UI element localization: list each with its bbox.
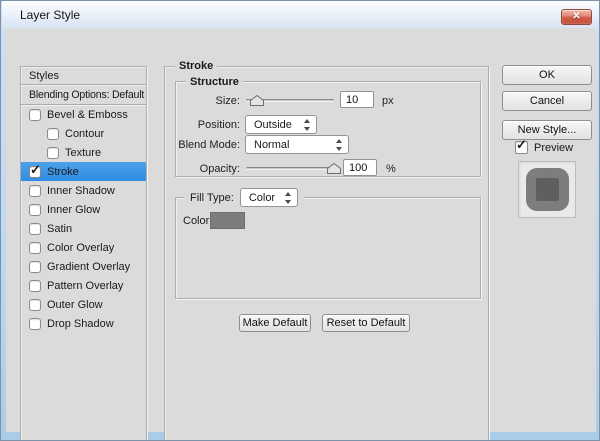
cancel-button[interactable]: Cancel [502, 91, 592, 111]
opacity-unit: % [386, 163, 396, 175]
sidebar-item-gradient-overlay[interactable]: Gradient Overlay [21, 257, 146, 276]
checkbox-checked-icon[interactable]: ✓ [29, 166, 41, 178]
color-label: Color: [183, 215, 212, 227]
position-label: Position: [176, 119, 240, 131]
size-slider-thumb[interactable] [250, 95, 264, 106]
preview-label: Preview [534, 142, 573, 154]
sidebar-item-texture[interactable]: Texture [21, 143, 146, 162]
sidebar-item-stroke[interactable]: ✓ Stroke [21, 162, 146, 181]
ok-button[interactable]: OK [502, 65, 592, 85]
stepper-icon [304, 119, 311, 131]
checkbox-icon[interactable] [29, 223, 41, 235]
sidebar-item-inner-glow[interactable]: Inner Glow [21, 200, 146, 219]
fill-type-value: Color [249, 192, 275, 204]
blend-mode-dropdown[interactable]: Normal [245, 135, 349, 154]
style-preview-thumbnail [518, 161, 576, 218]
position-dropdown[interactable]: Outside [245, 115, 317, 134]
blend-mode-label: Blend Mode: [176, 139, 240, 151]
preview-toggle[interactable]: ✓ Preview [515, 141, 573, 154]
sidebar-item-outer-glow[interactable]: Outer Glow [21, 295, 146, 314]
panel-title: Stroke [175, 59, 217, 73]
checkbox-icon[interactable] [47, 147, 59, 159]
styles-panel: Styles Blending Options: Default Bevel &… [20, 66, 147, 441]
stepper-icon [336, 139, 343, 151]
opacity-label: Opacity: [176, 163, 240, 175]
close-button[interactable]: ✕ [561, 9, 592, 25]
fill-type-legend: Fill Type: Color [184, 187, 304, 208]
fill-type-group: Fill Type: Color Color: [175, 197, 481, 299]
make-default-button[interactable]: Make Default [239, 314, 311, 332]
sidebar-item-satin[interactable]: Satin [21, 219, 146, 238]
sidebar-item-contour[interactable]: Contour [21, 124, 146, 143]
checkbox-icon[interactable] [29, 261, 41, 273]
layer-style-dialog: Layer Style ✕ Styles Blending Options: D… [0, 0, 600, 441]
preview-stroke-ring [526, 168, 569, 211]
titlebar[interactable]: Layer Style ✕ [2, 1, 599, 29]
preview-fill-square [536, 178, 559, 201]
opacity-input[interactable] [343, 159, 377, 176]
window-title: Layer Style [20, 8, 80, 22]
structure-group: Structure Size: px Position: Outside Ble… [175, 81, 481, 177]
size-unit: px [382, 95, 394, 107]
stroke-settings-panel: Stroke Structure Size: px Position: Outs… [164, 66, 489, 441]
size-slider[interactable] [246, 99, 334, 102]
sidebar-item-pattern-overlay[interactable]: Pattern Overlay [21, 276, 146, 295]
fill-type-label: Fill Type: [190, 192, 234, 204]
sidebar-item-bevel-emboss[interactable]: Bevel & Emboss [21, 105, 146, 124]
styles-header: Styles [21, 67, 146, 85]
checkbox-icon[interactable] [29, 299, 41, 311]
size-label: Size: [176, 95, 240, 107]
stroke-color-swatch[interactable] [210, 212, 245, 229]
fill-type-dropdown[interactable]: Color [240, 188, 298, 207]
checkbox-icon[interactable] [29, 280, 41, 292]
size-input[interactable] [340, 91, 374, 108]
opacity-slider[interactable] [246, 167, 340, 170]
opacity-slider-thumb[interactable] [327, 163, 341, 174]
reset-to-default-button[interactable]: Reset to Default [322, 314, 410, 332]
sidebar-item-blending-options[interactable]: Blending Options: Default [21, 85, 146, 105]
dialog-body: Styles Blending Options: Default Bevel &… [6, 28, 596, 432]
checkbox-icon[interactable] [29, 204, 41, 216]
structure-group-title: Structure [186, 75, 243, 89]
checkbox-icon[interactable] [29, 242, 41, 254]
sidebar-item-inner-shadow[interactable]: Inner Shadow [21, 181, 146, 200]
checkbox-icon[interactable] [29, 318, 41, 330]
preview-checkbox[interactable]: ✓ [515, 141, 528, 154]
checkbox-icon[interactable] [47, 128, 59, 140]
sidebar-item-color-overlay[interactable]: Color Overlay [21, 238, 146, 257]
close-icon: ✕ [572, 11, 580, 22]
blend-mode-value: Normal [254, 139, 289, 151]
checkbox-icon[interactable] [29, 185, 41, 197]
stepper-icon [285, 192, 292, 204]
sidebar-item-drop-shadow[interactable]: Drop Shadow [21, 314, 146, 333]
checkbox-icon[interactable] [29, 109, 41, 121]
position-value: Outside [254, 119, 292, 131]
